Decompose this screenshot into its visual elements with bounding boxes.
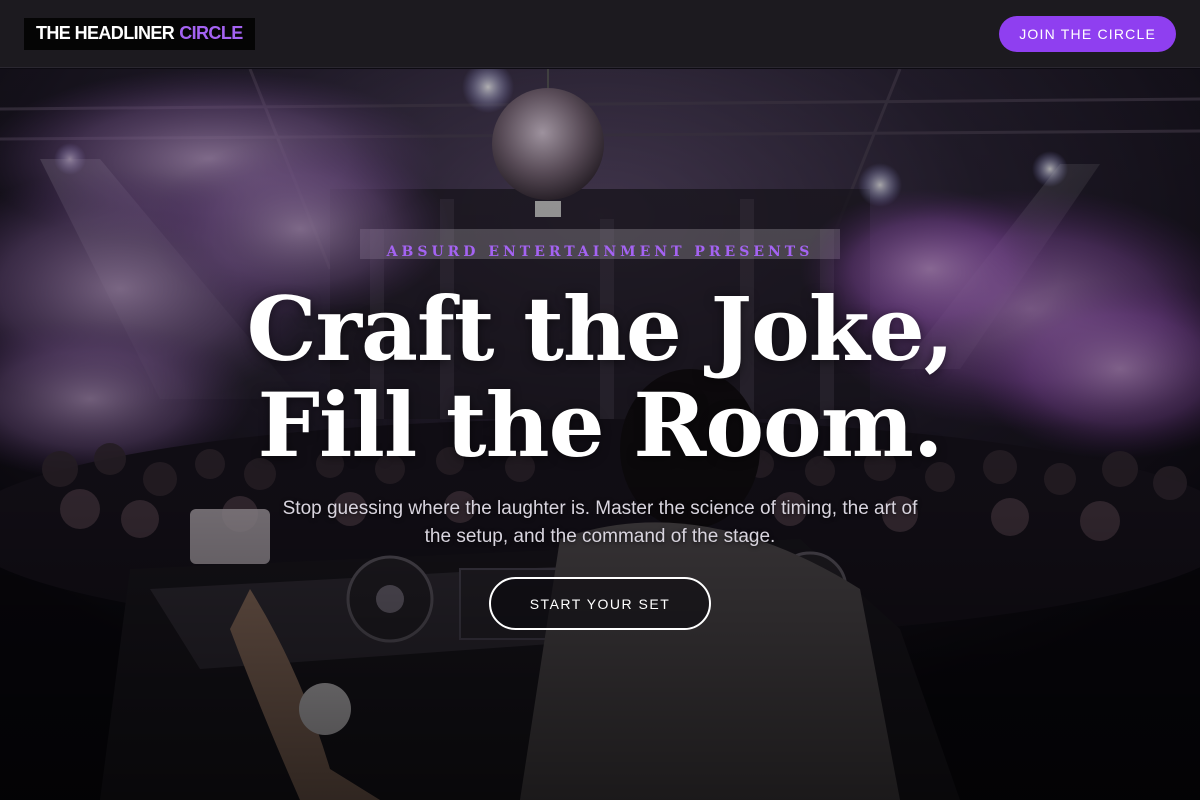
hero-subtext: Stop guessing where the laughter is. Mas… (282, 498, 918, 547)
logo-main-text: THE HEADLINER (36, 23, 175, 43)
hero-eyebrow: ABSURD ENTERTAINMENT PRESENTS (386, 244, 814, 260)
join-the-circle-button[interactable]: JOIN THE CIRCLE (999, 15, 1176, 52)
site-header: THE HEADLINER CIRCLE JOIN THE CIRCLE (0, 0, 1200, 68)
headline-line-1: Craft the Joke, (246, 277, 955, 381)
start-your-set-button[interactable]: START YOUR SET (489, 577, 711, 630)
hero-content: ABSURD ENTERTAINMENT PRESENTS Craft the … (0, 69, 1200, 800)
hero-section: ABSURD ENTERTAINMENT PRESENTS Craft the … (0, 69, 1200, 800)
headline-line-2: Fill the Room. (257, 373, 944, 477)
logo-accent-text: CIRCLE (179, 23, 243, 43)
site-logo[interactable]: THE HEADLINER CIRCLE (24, 17, 255, 50)
hero-headline: Craft the Joke, Fill the Room. (0, 281, 1200, 473)
